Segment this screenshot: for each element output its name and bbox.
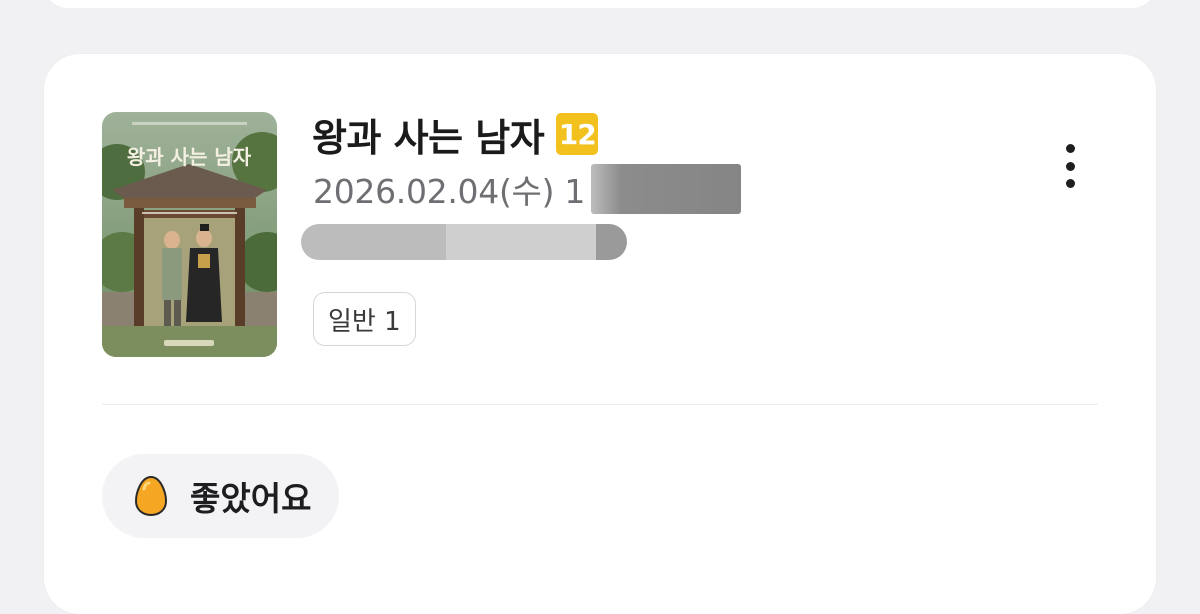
- movie-title[interactable]: 왕과 사는 남자: [312, 107, 545, 162]
- seat-chip: 일반 1: [313, 292, 416, 346]
- movie-poster[interactable]: 왕과 사는 남자: [102, 112, 277, 357]
- divider: [102, 404, 1098, 405]
- age-rating-badge: 12: [556, 113, 599, 155]
- showtime-text: 2026.02.04(수) 1: [313, 172, 586, 211]
- showtime-row: 2026.02.04(수) 1: [313, 164, 742, 214]
- title-row: 왕과 사는 남자 12: [312, 110, 599, 160]
- reaction-button[interactable]: 좋았어요: [102, 454, 340, 538]
- more-options-button[interactable]: [1050, 138, 1090, 194]
- more-vertical-icon: [1065, 144, 1075, 153]
- previous-card: [44, 0, 1156, 8]
- reaction-label: 좋았어요: [190, 479, 312, 518]
- ticket-card[interactable]: 왕과 사는 남자 왕과 사는 남자 12 2026.02.04(수) 1 일반 …: [44, 54, 1156, 614]
- poster-title: 왕과 사는 남자: [127, 145, 252, 169]
- poster-image: 왕과 사는 남자: [102, 112, 277, 357]
- redacted-time: [591, 164, 742, 214]
- egg-icon: [134, 475, 168, 517]
- redacted-theater: [301, 224, 627, 260]
